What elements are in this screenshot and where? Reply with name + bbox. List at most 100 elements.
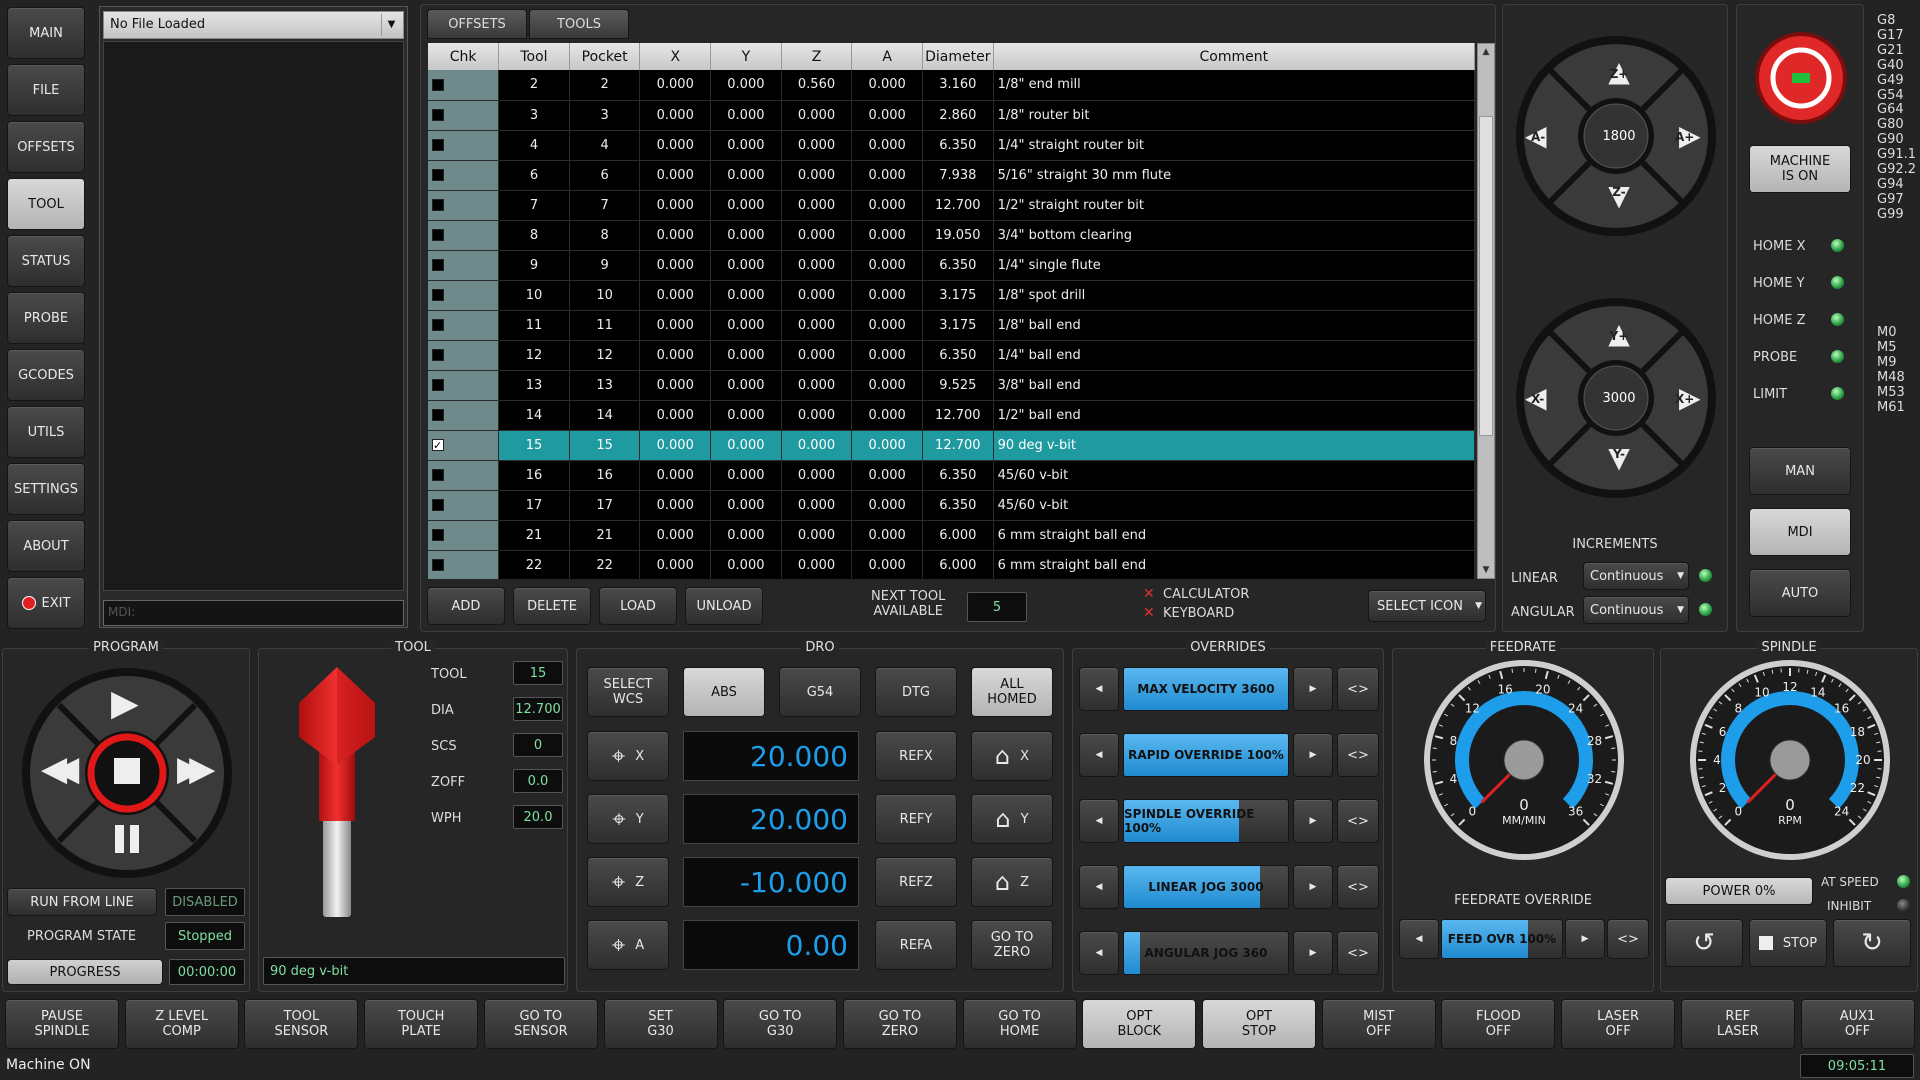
table-cell-a[interactable]: 0.000	[851, 550, 923, 579]
table-cell-a[interactable]: 0.000	[851, 430, 923, 461]
row-checkbox-cell[interactable]	[428, 310, 500, 341]
table-row[interactable]: 21 21 0.000 0.000 0.000 0.000 6.000 6 mm straig…	[428, 520, 1475, 551]
table-scrollbar[interactable]: ▲ ▼	[1477, 43, 1495, 579]
table-cell-x[interactable]: 0.000	[639, 400, 712, 431]
table-cell-comment[interactable]: 90 deg v-bit	[993, 430, 1475, 461]
table-row[interactable]: 3 3 0.000 0.000 0.000 0.000 2.860 1/8" router b…	[428, 100, 1475, 131]
table-row[interactable]: 14 14 0.000 0.000 0.000 0.000 12.700 1/2" ball …	[428, 400, 1475, 431]
go-to-zero-dro-button[interactable]: GO TO ZERO	[971, 920, 1053, 970]
table-cell-dia[interactable]: 9.525	[922, 370, 994, 401]
table-cell-pocket[interactable]: 2	[569, 70, 641, 101]
dtg-button[interactable]: DTG	[875, 667, 957, 717]
feed-ovr-decrease[interactable]: ◀	[1399, 919, 1439, 959]
table-cell-pocket[interactable]: 14	[569, 400, 641, 431]
table-cell-z[interactable]: 0.000	[781, 310, 853, 341]
table-cell-x[interactable]: 0.000	[639, 550, 712, 579]
column-header[interactable]: Y	[710, 43, 782, 70]
table-cell-dia[interactable]: 12.700	[922, 430, 994, 461]
table-cell-z[interactable]: 0.000	[781, 100, 853, 131]
table-cell-y[interactable]: 0.000	[710, 280, 782, 311]
table-cell-x[interactable]: 0.000	[639, 160, 712, 191]
override-bar[interactable]: ANGULAR JOG 360	[1123, 931, 1289, 975]
bottom-button-laser-off[interactable]: LASER OFF	[1561, 999, 1676, 1049]
table-cell-dia[interactable]: 6.350	[922, 460, 994, 491]
tool-table[interactable]: Chk Tool Pocket X Y Z A Diameter Comment 2 2 0.000…	[428, 43, 1475, 579]
table-cell-x[interactable]: 0.000	[639, 460, 712, 491]
table-cell-comment[interactable]: 1/8" spot drill	[993, 280, 1475, 311]
bottom-button-z-level-comp[interactable]: Z LEVEL COMP	[124, 999, 239, 1049]
table-cell-x[interactable]: 0.000	[639, 250, 712, 281]
table-cell-dia[interactable]: 2.860	[922, 100, 994, 131]
table-cell-dia[interactable]: 6.350	[922, 250, 994, 281]
bottom-button-flood-off[interactable]: FLOOD OFF	[1441, 999, 1556, 1049]
refa-button[interactable]: REFA	[875, 920, 957, 970]
row-checkbox[interactable]	[432, 379, 444, 391]
refz-button[interactable]: REFZ	[875, 857, 957, 907]
table-cell-dia[interactable]: 6.350	[922, 130, 994, 161]
table-row[interactable]: ✓ 15 15 0.000 0.000 0.000 0.000 12.700 90 deg v-…	[428, 430, 1475, 461]
table-cell-pocket[interactable]: 12	[569, 340, 641, 371]
column-header[interactable]: Diameter	[922, 43, 994, 70]
table-cell-comment[interactable]: 45/60 v-bit	[993, 460, 1475, 491]
table-cell-pocket[interactable]: 8	[569, 220, 641, 251]
refx-button[interactable]: REFX	[875, 731, 957, 781]
table-cell-y[interactable]: 0.000	[710, 160, 782, 191]
scroll-thumb[interactable]	[1479, 116, 1493, 436]
table-cell-z[interactable]: 0.000	[781, 370, 853, 401]
table-cell-tool[interactable]: 8	[498, 220, 570, 251]
table-cell-tool[interactable]: 13	[498, 370, 570, 401]
row-checkbox-cell[interactable]	[428, 400, 500, 431]
nav-settings-button[interactable]: SETTINGS	[7, 463, 85, 515]
load-button[interactable]: LOAD	[599, 587, 677, 625]
zero-a-button[interactable]: ⌖ A	[587, 920, 669, 970]
column-header[interactable]: Pocket	[569, 43, 641, 70]
table-cell-a[interactable]: 0.000	[851, 340, 923, 371]
bottom-button-go-to-zero[interactable]: GO TO ZERO	[842, 999, 957, 1049]
override-bar[interactable]: SPINDLE OVERRIDE 100%	[1123, 799, 1289, 843]
table-cell-dia[interactable]: 3.175	[922, 280, 994, 311]
table-cell-comment[interactable]: 1/2" straight router bit	[993, 190, 1475, 221]
rewind-icon[interactable]: ◀◀	[41, 749, 79, 789]
table-cell-z[interactable]: 0.000	[781, 190, 853, 221]
table-cell-a[interactable]: 0.000	[851, 250, 923, 281]
row-checkbox-cell[interactable]	[428, 130, 500, 161]
bottom-button-go-to-g30[interactable]: GO TO G30	[723, 999, 838, 1049]
nav-about-button[interactable]: ABOUT	[7, 520, 85, 572]
override-increase-button[interactable]: ▶	[1293, 865, 1333, 909]
table-cell-tool[interactable]: 4	[498, 130, 570, 161]
table-cell-x[interactable]: 0.000	[639, 100, 712, 131]
calculator-label[interactable]: CALCULATOR	[1163, 587, 1249, 602]
table-row[interactable]: 13 13 0.000 0.000 0.000 0.000 9.525 3/8" ball e…	[428, 370, 1475, 401]
table-cell-tool[interactable]: 16	[498, 460, 570, 491]
table-cell-y[interactable]: 0.000	[710, 130, 782, 161]
table-cell-tool[interactable]: 3	[498, 100, 570, 131]
override-decrease-button[interactable]: ◀	[1079, 667, 1119, 711]
row-checkbox[interactable]	[432, 529, 444, 541]
home-z-button[interactable]: ⌂ Z	[971, 857, 1053, 907]
delete-button[interactable]: DELETE	[513, 587, 591, 625]
table-cell-y[interactable]: 0.000	[710, 460, 782, 491]
select-icon-button[interactable]: SELECT ICON ▼	[1368, 590, 1486, 622]
table-cell-tool[interactable]: 2	[498, 70, 570, 101]
table-cell-y[interactable]: 0.000	[710, 310, 782, 341]
man-mode-button[interactable]: MAN	[1749, 447, 1851, 495]
table-cell-x[interactable]: 0.000	[639, 490, 712, 521]
table-cell-pocket[interactable]: 22	[569, 550, 641, 579]
bottom-button-ref-laser[interactable]: REF LASER	[1680, 999, 1795, 1049]
table-cell-comment[interactable]: 1/8" ball end	[993, 310, 1475, 341]
table-row[interactable]: 11 11 0.000 0.000 0.000 0.000 3.175 1/8" ball e…	[428, 310, 1475, 341]
keyboard-label[interactable]: KEYBOARD	[1163, 606, 1234, 621]
table-cell-comment[interactable]: 3/4" bottom clearing	[993, 220, 1475, 251]
table-cell-a[interactable]: 0.000	[851, 220, 923, 251]
table-cell-a[interactable]: 0.000	[851, 310, 923, 341]
table-row[interactable]: 6 6 0.000 0.000 0.000 0.000 7.938 5/16" straigh…	[428, 160, 1475, 191]
run-from-line-button[interactable]: RUN FROM LINE	[7, 888, 157, 916]
override-reset-button[interactable]: <>	[1337, 667, 1379, 711]
table-cell-z[interactable]: 0.000	[781, 340, 853, 371]
g54-button[interactable]: G54	[779, 667, 861, 717]
column-header[interactable]: Z	[781, 43, 853, 70]
table-row[interactable]: 9 9 0.000 0.000 0.000 0.000 6.350 1/4" single f…	[428, 250, 1475, 281]
row-checkbox[interactable]	[432, 109, 444, 121]
row-checkbox[interactable]	[432, 319, 444, 331]
table-cell-a[interactable]: 0.000	[851, 520, 923, 551]
